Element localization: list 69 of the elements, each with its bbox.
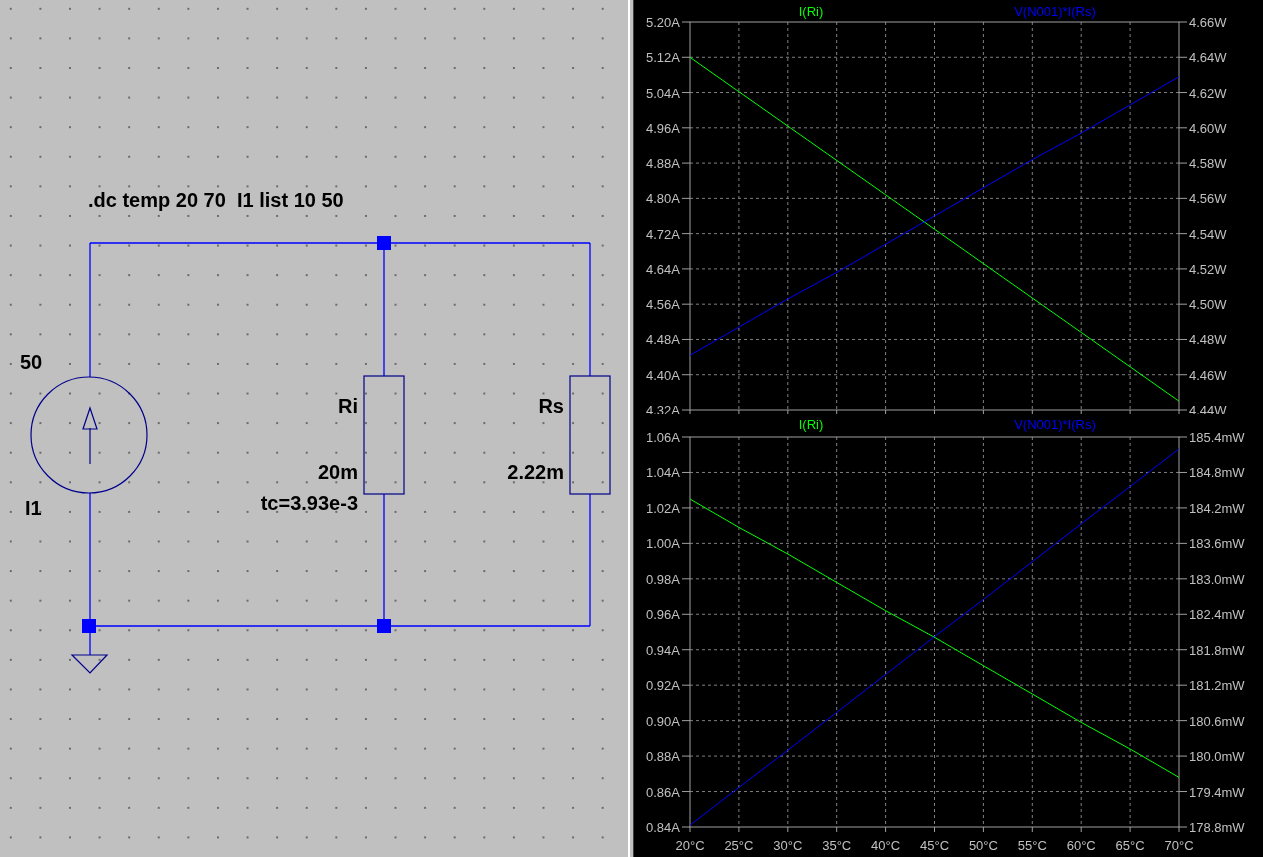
x-tick-label: 20°C bbox=[675, 838, 705, 853]
y-tick-label: 0.96A bbox=[646, 607, 680, 623]
ground-symbol bbox=[70, 632, 109, 674]
y-tick-label: 0.94A bbox=[646, 642, 680, 658]
y-tick-label: 4.80A bbox=[646, 191, 680, 207]
y-tick-label: 1.04A bbox=[646, 465, 680, 481]
resistor-name: Ri bbox=[338, 395, 358, 417]
y2-tick-label: 4.66W bbox=[1189, 15, 1227, 30]
y-tick-label: 1.06A bbox=[646, 430, 680, 445]
x-tick-label: 25°C bbox=[724, 838, 754, 853]
y-tick-label: 5.12A bbox=[646, 50, 680, 66]
y2-tick-label: 185.4mW bbox=[1189, 430, 1245, 445]
y-tick-label: 4.88A bbox=[646, 156, 680, 172]
y-tick-label: 4.96A bbox=[646, 120, 680, 136]
temperature-coefficient: tc=3.93e-3 bbox=[260, 492, 358, 514]
resistor-name: Rs bbox=[538, 395, 564, 417]
y2-tick-label: 4.48W bbox=[1189, 332, 1227, 348]
y-tick-label: 0.84A bbox=[646, 820, 680, 835]
y-tick-label: 0.98A bbox=[646, 571, 680, 587]
y-tick-label: 4.56A bbox=[646, 297, 680, 313]
y-tick-label: 4.64A bbox=[646, 261, 680, 277]
x-tick-label: 45°C bbox=[920, 838, 949, 853]
y2-tick-label: 4.60W bbox=[1189, 120, 1227, 136]
y2-tick-label: 184.2mW bbox=[1189, 500, 1245, 516]
y-tick-label: 1.00A bbox=[646, 536, 680, 552]
y2-tick-label: 180.6mW bbox=[1189, 713, 1245, 729]
y2-tick-label: 179.4mW bbox=[1189, 784, 1245, 800]
y2-tick-label: 4.64W bbox=[1189, 50, 1227, 66]
x-tick-label: 65°C bbox=[1115, 838, 1145, 853]
y-tick-label: 0.90A bbox=[646, 713, 680, 729]
resistor-value: 2.22m bbox=[507, 461, 564, 483]
y-tick-label: 4.40A bbox=[646, 367, 680, 383]
y-tick-label: 5.04A bbox=[646, 85, 680, 101]
y2-tick-label: 4.46W bbox=[1189, 367, 1227, 383]
y-tick-label: 1.02A bbox=[646, 500, 680, 516]
source-name: I1 bbox=[25, 497, 42, 519]
x-tick-label: 30°C bbox=[773, 838, 803, 853]
y2-tick-label: 183.6mW bbox=[1189, 536, 1245, 552]
trace-name[interactable]: I(Ri) bbox=[798, 417, 824, 432]
y2-tick-label: 4.62W bbox=[1189, 85, 1227, 101]
y2-tick-label: 178.8mW bbox=[1189, 820, 1245, 835]
y-tick-label: 4.72A bbox=[646, 226, 680, 242]
y2-tick-label: 4.54W bbox=[1189, 226, 1227, 242]
y2-tick-label: 4.58W bbox=[1189, 156, 1227, 172]
source-value: 50 bbox=[20, 351, 43, 373]
y-tick-label: 0.86A bbox=[646, 784, 680, 800]
x-tick-label: 40°C bbox=[871, 838, 901, 853]
y-tick-label: 0.92A bbox=[646, 678, 680, 694]
x-tick-label: 55°C bbox=[1017, 838, 1047, 853]
y2-tick-label: 182.4mW bbox=[1189, 607, 1245, 623]
y2-tick-label: 4.50W bbox=[1189, 297, 1227, 313]
y2-tick-label: 184.8mW bbox=[1189, 465, 1245, 481]
x-tick-label: 35°C bbox=[822, 838, 852, 853]
y2-tick-label: 4.52W bbox=[1189, 261, 1227, 277]
y-tick-label: 0.88A bbox=[646, 749, 680, 765]
x-tick-label: 60°C bbox=[1066, 838, 1096, 853]
splitter-bar[interactable] bbox=[622, 0, 634, 857]
y2-tick-label: 183.0mW bbox=[1189, 571, 1245, 587]
y2-tick-label: 181.8mW bbox=[1189, 642, 1245, 658]
y2-tick-label: 181.2mW bbox=[1189, 678, 1245, 694]
spice-directive: .dc temp 20 70 I1 list 10 50 bbox=[88, 189, 344, 211]
y-tick-label: 5.20A bbox=[646, 15, 680, 30]
x-tick-label: 70°C bbox=[1164, 838, 1194, 853]
y-tick-label: 4.48A bbox=[646, 332, 680, 348]
x-tick-label: 50°C bbox=[968, 838, 998, 853]
y2-tick-label: 4.56W bbox=[1189, 191, 1227, 207]
resistor-value: 20m bbox=[317, 461, 358, 483]
trace-name[interactable]: I(Ri) bbox=[798, 4, 824, 19]
y2-tick-label: 180.0mW bbox=[1189, 749, 1245, 765]
